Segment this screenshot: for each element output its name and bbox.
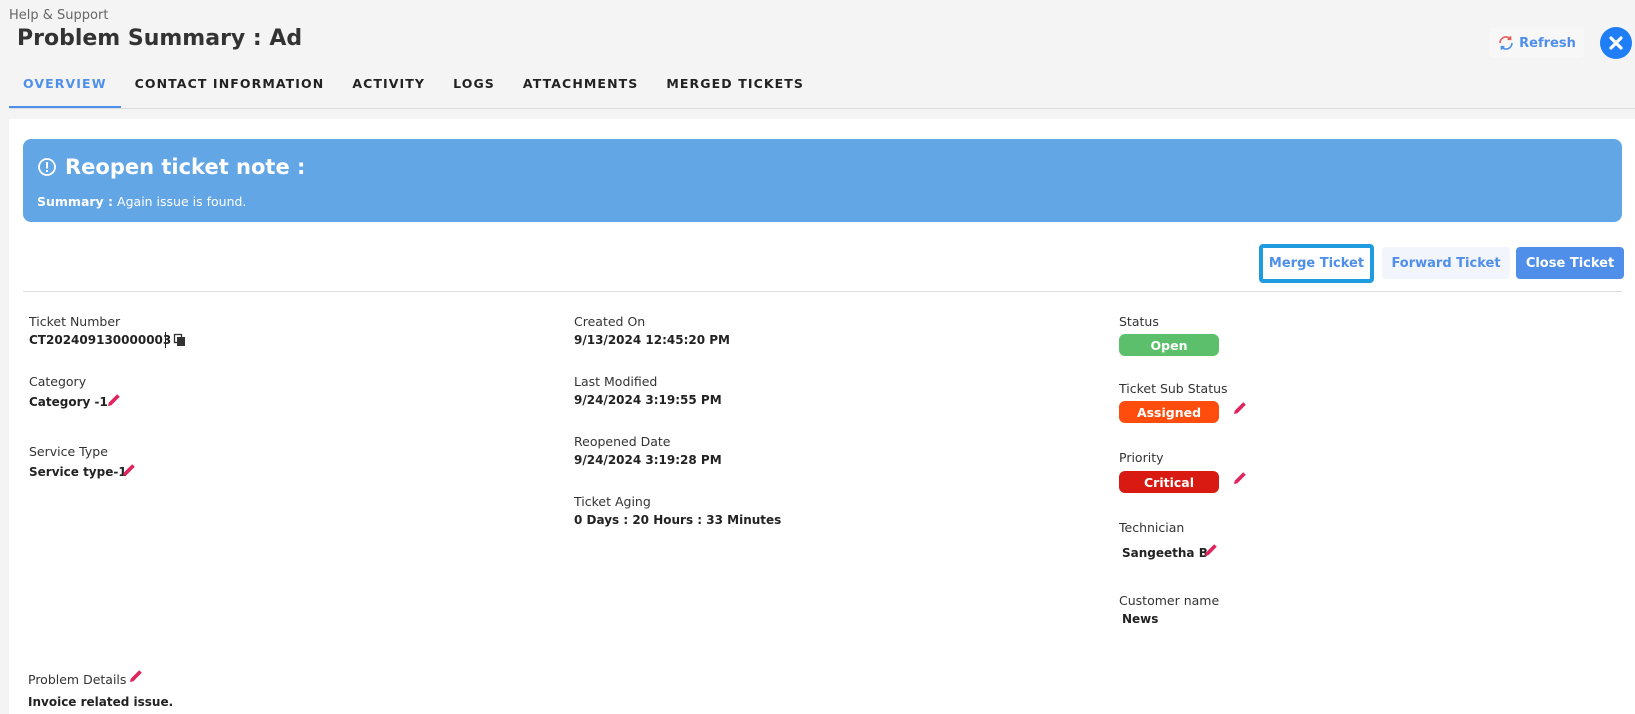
tab-merged-tickets[interactable]: MERGED TICKETS <box>652 70 818 108</box>
banner-summary: Summary : Again issue is found. <box>37 194 246 209</box>
actions-divider <box>23 291 1622 292</box>
copy-separator <box>165 332 166 348</box>
category-value: Category -1 <box>29 395 108 409</box>
technician-value: Sangeetha B <box>1122 546 1208 560</box>
overview-panel: Reopen ticket note : Summary : Again iss… <box>9 119 1635 714</box>
banner-summary-text: Again issue is found. <box>117 194 247 209</box>
tabs-divider <box>9 108 1635 109</box>
last-modified-label: Last Modified <box>574 374 658 389</box>
customer-name-value: News <box>1122 612 1159 626</box>
priority-label: Priority <box>1119 450 1164 465</box>
sub-status-label: Ticket Sub Status <box>1119 381 1228 396</box>
created-on-label: Created On <box>574 314 646 329</box>
problem-details-label: Problem Details <box>28 672 127 687</box>
tab-logs[interactable]: LOGS <box>439 70 509 108</box>
created-on-value: 9/13/2024 12:45:20 PM <box>574 333 730 347</box>
reopened-date-label: Reopened Date <box>574 434 671 449</box>
status-label: Status <box>1119 314 1159 329</box>
service-type-label: Service Type <box>29 444 108 459</box>
ticket-number-value: CT202409130000003 <box>29 333 172 347</box>
status-badge: Open <box>1119 334 1219 356</box>
edit-service-type-pencil-icon[interactable] <box>120 461 138 479</box>
edit-problem-details-pencil-icon[interactable] <box>127 667 145 685</box>
page-title: Problem Summary : Ad <box>17 26 303 51</box>
banner-summary-label: Summary : <box>37 194 114 209</box>
ticket-aging-value: 0 Days : 20 Hours : 33 Minutes <box>574 513 782 527</box>
priority-badge: Critical <box>1119 471 1219 493</box>
ticket-number-label: Ticket Number <box>29 314 121 329</box>
problem-details-value: Invoice related issue. <box>28 695 174 709</box>
edit-sub-status-pencil-icon[interactable] <box>1231 399 1249 417</box>
banner-title: Reopen ticket note : <box>65 155 306 179</box>
merge-ticket-button[interactable]: Merge Ticket <box>1259 244 1374 283</box>
tab-attachments[interactable]: ATTACHMENTS <box>509 70 652 108</box>
category-label: Category <box>29 374 87 389</box>
tab-overview[interactable]: OVERVIEW <box>9 70 121 108</box>
tab-activity[interactable]: ACTIVITY <box>338 70 439 108</box>
technician-label: Technician <box>1119 520 1185 535</box>
copy-icon[interactable] <box>173 333 187 347</box>
close-ticket-button[interactable]: Close Ticket <box>1516 247 1624 279</box>
edit-category-pencil-icon[interactable] <box>105 391 123 409</box>
last-modified-value: 9/24/2024 3:19:55 PM <box>574 393 722 407</box>
sub-status-badge: Assigned <box>1119 401 1219 423</box>
service-type-value: Service type-1 <box>29 465 127 479</box>
tab-bar: OVERVIEW CONTACT INFORMATION ACTIVITY LO… <box>9 70 818 110</box>
refresh-label: Refresh <box>1519 35 1576 51</box>
reopened-date-value: 9/24/2024 3:19:28 PM <box>574 453 722 467</box>
forward-ticket-button[interactable]: Forward Ticket <box>1382 247 1510 279</box>
customer-name-label: Customer name <box>1119 593 1220 608</box>
ticket-aging-label: Ticket Aging <box>574 494 651 509</box>
edit-priority-pencil-icon[interactable] <box>1231 469 1249 487</box>
reopen-banner: Reopen ticket note : Summary : Again iss… <box>23 139 1622 222</box>
tab-contact-information[interactable]: CONTACT INFORMATION <box>121 70 339 108</box>
breadcrumb: Help & Support <box>9 8 109 23</box>
close-circle-icon[interactable] <box>1600 27 1632 59</box>
refresh-button[interactable]: Refresh <box>1489 28 1584 58</box>
alert-circle-icon <box>38 158 56 176</box>
refresh-icon <box>1499 36 1513 50</box>
edit-technician-pencil-icon[interactable] <box>1202 541 1220 559</box>
